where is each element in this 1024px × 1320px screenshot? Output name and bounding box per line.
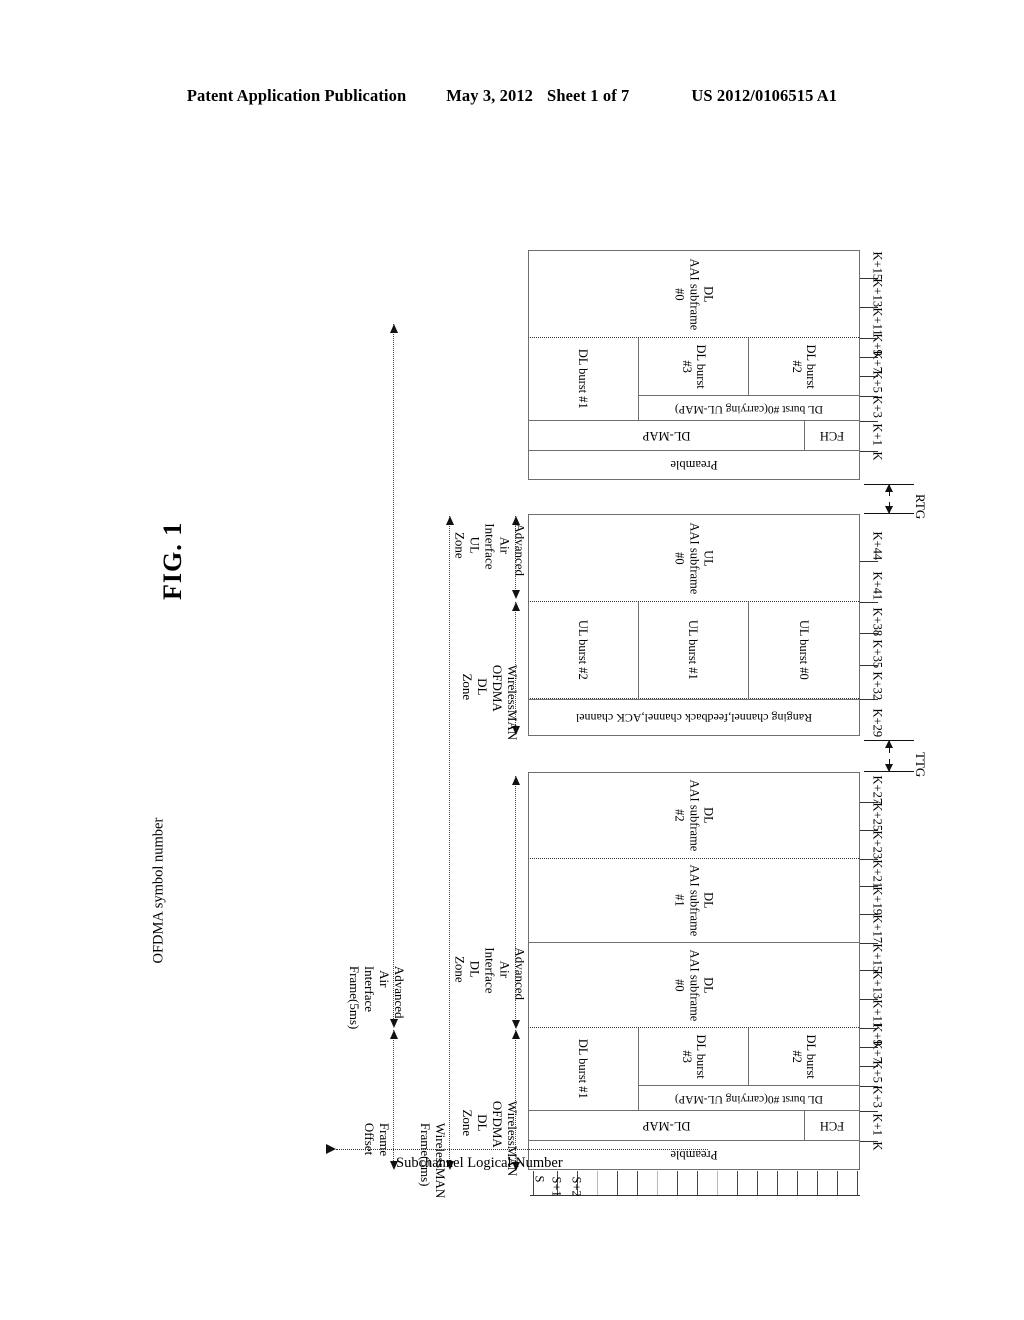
cell-dl-aai-subframe-0-c: DL AAI subframe #0 bbox=[528, 250, 860, 338]
ttg-label: TTG bbox=[913, 752, 928, 778]
cell-dl-aai-subframe-2-a: DL AAI subframe #2 bbox=[528, 772, 860, 859]
publication-date: May 3, 2012 bbox=[446, 86, 534, 105]
publication-header: Patent Application Publication May 3, 20… bbox=[0, 86, 1024, 106]
cell-ul-burst-1: UL burst #1 bbox=[638, 601, 749, 699]
cell-dlburst1-c: DL burst #1 bbox=[528, 337, 639, 421]
figure-1: FIG. 1 S+2 S+1 S Preamble FCH DL-MAP DL … bbox=[151, 170, 928, 1199]
annot-aai-ul-zone: Advanced Air Interface UL Zone bbox=[452, 523, 528, 576]
frame-b-ul-block: Ranging channel,feedback channel,ACK cha… bbox=[528, 514, 860, 736]
subchannel-axis: Subchannel Logical Number bbox=[310, 1144, 710, 1185]
cell-dlburst2-a: DL burst #2 bbox=[748, 1027, 860, 1086]
symbol-ticks-frame-a: K K+1 K+3 K+5 K+7 K+9 K+11 K+13 K+15 K+1… bbox=[860, 774, 894, 1170]
symbol-ticks-frame-b: K+29 K+32 K+35 K+38 K+41 K+44 bbox=[860, 516, 894, 738]
frame-c-next-dl-block: Preamble FCH DL-MAP DL burst #0(carrying… bbox=[528, 250, 860, 480]
diagram-canvas: S+2 S+1 S Preamble FCH DL-MAP DL burst #… bbox=[220, 170, 928, 1199]
cell-dlburst0-c: DL burst #0(carrying UL-MAP) bbox=[638, 395, 860, 421]
tick-k38: K+38 bbox=[870, 607, 885, 637]
tick-k41: K+41 bbox=[870, 571, 885, 601]
sheet-number: Sheet 1 of 7 bbox=[547, 86, 630, 105]
patent-number: US 2012/0106515 A1 bbox=[691, 86, 838, 105]
cell-fch-c: FCH bbox=[804, 420, 860, 451]
cell-dlburst3-c: DL burst #3 bbox=[638, 337, 749, 396]
cell-dlburst0-a: DL burst #0(carrying UL-MAP) bbox=[638, 1085, 860, 1111]
ofdma-symbol-number-axis-title: OFDMA symbol number bbox=[150, 817, 167, 964]
tick-k27: K+27 bbox=[870, 775, 885, 805]
cell-ul-burst-2: UL burst #2 bbox=[528, 601, 639, 699]
cell-dlburst3-a: DL burst #3 bbox=[638, 1027, 749, 1086]
cell-dlburst2-c: DL burst #2 bbox=[748, 337, 860, 396]
tick-c-k15: K+15 bbox=[870, 251, 885, 281]
frame-a-dl-block: Preamble FCH DL-MAP DL burst #0(carrying… bbox=[528, 772, 860, 1170]
cell-dlmap-a: DL-MAP bbox=[528, 1110, 805, 1141]
zone-annotations-column-2: WirelessMAN Frame(5ms) bbox=[418, 252, 460, 1199]
cell-ul-aai-subframe-0: UL AAI subframe #0 bbox=[528, 514, 860, 602]
figure-label: FIG. 1 bbox=[158, 521, 187, 600]
tick-k44: K+44 bbox=[870, 531, 885, 561]
cell-dlmap-c: DL-MAP bbox=[528, 420, 805, 451]
cell-dlburst1-a: DL burst #1 bbox=[528, 1027, 639, 1111]
zone-annotations-column-3: Frame Offset Advanced Air Interface Fram… bbox=[344, 252, 408, 1170]
cell-ranging-channel: Ranging channel,feedback channel,ACK cha… bbox=[528, 699, 860, 736]
annot-aai-frame: Advanced Air Interface Frame(5ms) bbox=[346, 965, 408, 1030]
cell-dl-aai-subframe-0-a: DL AAI subframe #0 bbox=[528, 942, 860, 1028]
tick-k29: K+29 bbox=[870, 708, 885, 738]
cell-fch-a: FCH bbox=[804, 1110, 860, 1141]
cell-preamble-c: Preamble bbox=[528, 450, 860, 480]
symbol-ticks-frame-c: K K+1 K+3 K+5 K+7 K+9 K+11 K+13 K+15 bbox=[860, 252, 894, 480]
cell-dl-aai-subframe-1-a: DL AAI subframe #1 bbox=[528, 858, 860, 943]
annot-aai-dl-zone: Advanced Air Interface DL Zone bbox=[452, 947, 528, 1000]
annot-wirelessman-frame: WirelessMAN Frame(5ms) bbox=[418, 1122, 449, 1199]
annot-wirelessman-dl-zone-2: WirelessMAN OFDMA DL Zone bbox=[459, 664, 521, 741]
zone-annotations-column-1: WirelessMAN OFDMA DL Zone Advanced Air I… bbox=[452, 252, 528, 1176]
publication-title: Patent Application Publication bbox=[186, 86, 407, 105]
subchannel-axis-title: Subchannel Logical Number bbox=[396, 1155, 563, 1171]
cell-ul-burst-0: UL burst #0 bbox=[748, 601, 860, 699]
rtg-label: RTG bbox=[913, 494, 928, 520]
